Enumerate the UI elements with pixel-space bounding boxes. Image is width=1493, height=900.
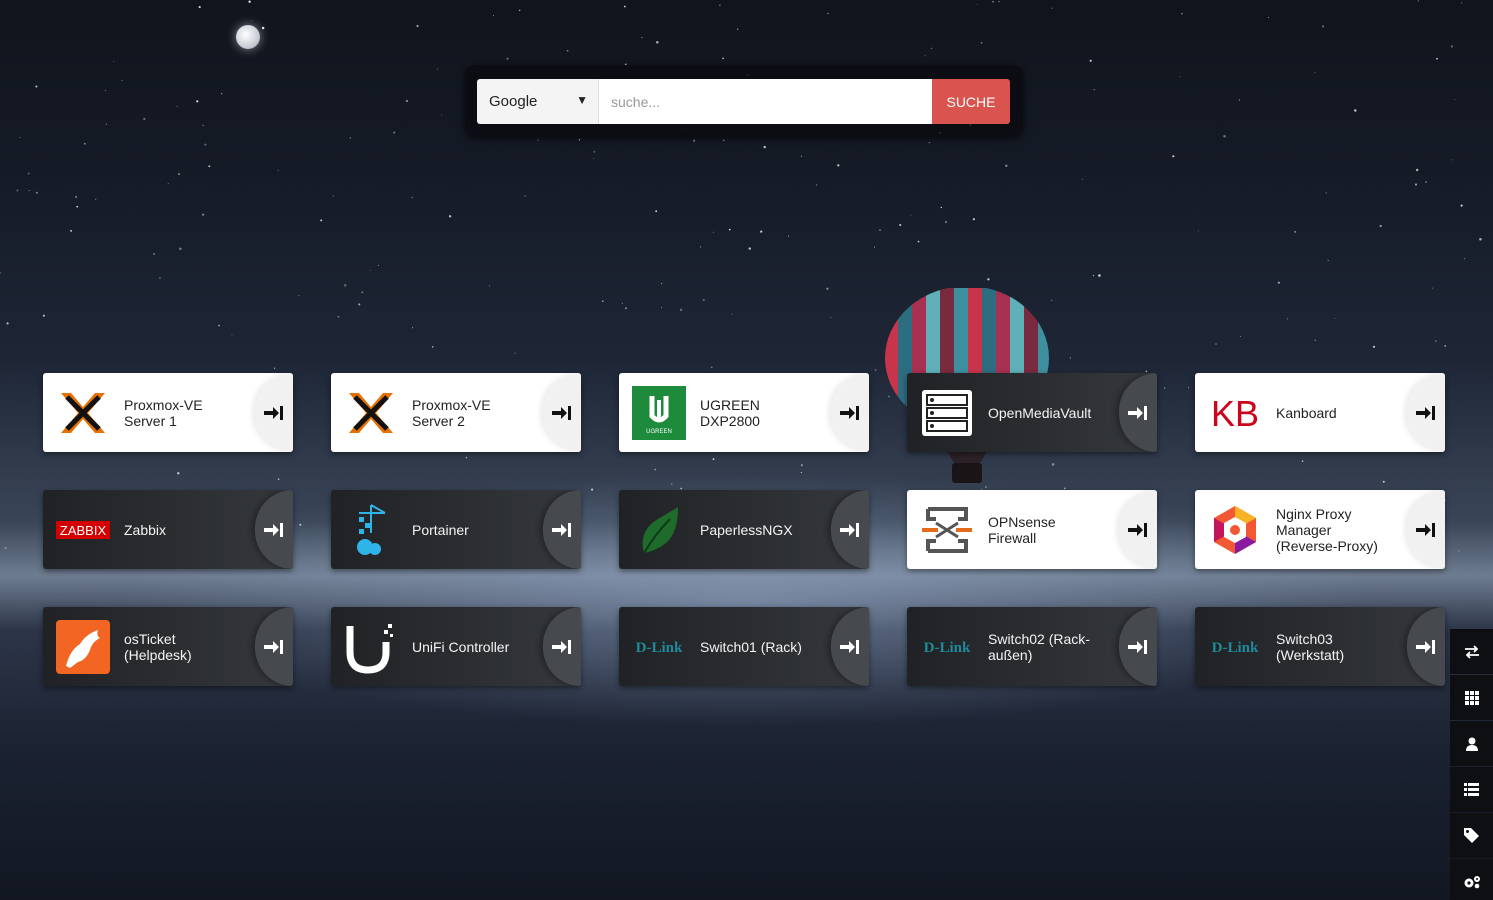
tile-kanboard[interactable]: KB Kanboard [1195, 373, 1445, 452]
proxmox-icon [344, 386, 398, 440]
list-icon[interactable] [1450, 767, 1493, 812]
open-link-icon[interactable] [1119, 490, 1157, 569]
tile-label: Switch03 (Werkstatt) [1276, 630, 1345, 663]
svg-text:UGREEN: UGREEN [646, 429, 672, 435]
gears-icon[interactable] [1450, 859, 1493, 900]
tile-label: PaperlessNGX [700, 521, 793, 538]
tile-openmediavault[interactable]: OpenMediaVault [907, 373, 1157, 452]
tile-label: Switch02 (Rack- außen) [988, 630, 1090, 663]
tile-label: Zabbix [124, 521, 167, 538]
tile-nginx-proxy-manager[interactable]: Nginx Proxy Manager (Reverse-Proxy) [1195, 490, 1445, 569]
tile-label: Kanboard [1276, 404, 1337, 421]
open-link-icon[interactable] [831, 607, 869, 686]
svg-text:ZABBIX: ZABBIX [60, 523, 107, 538]
open-link-icon[interactable] [255, 373, 293, 452]
open-link-icon[interactable] [255, 607, 293, 686]
swap-arrows-icon[interactable] [1450, 629, 1493, 674]
kanboard-icon: KB [1208, 386, 1262, 440]
search-engine-select[interactable]: Google ▼ [477, 79, 599, 124]
moon [236, 25, 260, 49]
tile-label: Proxmox-VE Server 2 [412, 396, 491, 429]
dlink-icon: D-Link [920, 620, 974, 674]
openmediavault-icon [920, 386, 974, 440]
proxmox-icon [56, 386, 110, 440]
tile-label: Nginx Proxy Manager (Reverse-Proxy) [1276, 505, 1378, 554]
tile-unifi-controller[interactable]: UniFi Controller [331, 607, 581, 686]
tile-switch03[interactable]: D-Link Switch03 (Werkstatt) [1195, 607, 1445, 686]
tile-switch02[interactable]: D-Link Switch02 (Rack- außen) [907, 607, 1157, 686]
open-link-icon[interactable] [1407, 607, 1445, 686]
tile-switch01[interactable]: D-Link Switch01 (Rack) [619, 607, 869, 686]
ugreen-icon: UGREEN [632, 385, 686, 440]
opnsense-icon [920, 503, 974, 557]
search-input[interactable] [599, 79, 932, 124]
svg-text:D-Link: D-Link [1212, 640, 1259, 656]
tile-opnsense-firewall[interactable]: OPNsense Firewall [907, 490, 1157, 569]
tag-icon[interactable] [1450, 813, 1493, 858]
tile-label: UGREEN DXP2800 [700, 396, 760, 429]
tile-label: OpenMediaVault [988, 404, 1092, 421]
tile-paperlessngx[interactable]: PaperlessNGX [619, 490, 869, 569]
open-link-icon[interactable] [543, 373, 581, 452]
search-engine-value: Google [489, 93, 538, 110]
svg-text:D-Link: D-Link [636, 640, 683, 656]
open-link-icon[interactable] [831, 373, 869, 452]
tile-ugreen-dxp2800[interactable]: UGREEN UGREEN DXP2800 [619, 373, 869, 452]
tile-label: osTicket (Helpdesk) [124, 630, 192, 663]
paperless-icon [632, 503, 686, 557]
tile-proxmox-server-2[interactable]: Proxmox-VE Server 2 [331, 373, 581, 452]
tile-label: Proxmox-VE Server 1 [124, 396, 203, 429]
svg-text:D-Link: D-Link [924, 640, 971, 656]
open-link-icon[interactable] [1407, 373, 1445, 452]
tile-label: UniFi Controller [412, 638, 510, 655]
search-button[interactable]: SUCHE [932, 79, 1010, 124]
user-icon[interactable] [1450, 721, 1493, 766]
dlink-icon: D-Link [1208, 620, 1262, 674]
open-link-icon[interactable] [543, 607, 581, 686]
svg-text:KB: KB [1211, 393, 1259, 433]
tile-label: Switch01 (Rack) [700, 638, 802, 655]
open-link-icon[interactable] [1407, 490, 1445, 569]
nginx-proxy-manager-icon [1208, 503, 1262, 557]
open-link-icon[interactable] [1119, 373, 1157, 452]
tile-portainer[interactable]: Portainer [331, 490, 581, 569]
portainer-icon [344, 503, 398, 557]
tile-osticket[interactable]: osTicket (Helpdesk) [43, 607, 293, 686]
zabbix-icon: ZABBIX [56, 503, 110, 557]
open-link-icon[interactable] [543, 490, 581, 569]
open-link-icon[interactable] [831, 490, 869, 569]
unifi-icon [344, 620, 398, 674]
open-link-icon[interactable] [255, 490, 293, 569]
tile-proxmox-server-1[interactable]: Proxmox-VE Server 1 [43, 373, 293, 452]
osticket-icon [56, 619, 110, 674]
grid-icon[interactable] [1450, 675, 1493, 720]
chevron-down-icon: ▼ [576, 93, 588, 107]
tile-label: Portainer [412, 521, 469, 538]
dlink-icon: D-Link [632, 620, 686, 674]
open-link-icon[interactable] [1119, 607, 1157, 686]
side-toolbar [1450, 629, 1493, 900]
tile-label: OPNsense Firewall [988, 513, 1056, 546]
tile-zabbix[interactable]: ZABBIX Zabbix [43, 490, 293, 569]
search-bar: Google ▼ SUCHE [465, 65, 1023, 137]
